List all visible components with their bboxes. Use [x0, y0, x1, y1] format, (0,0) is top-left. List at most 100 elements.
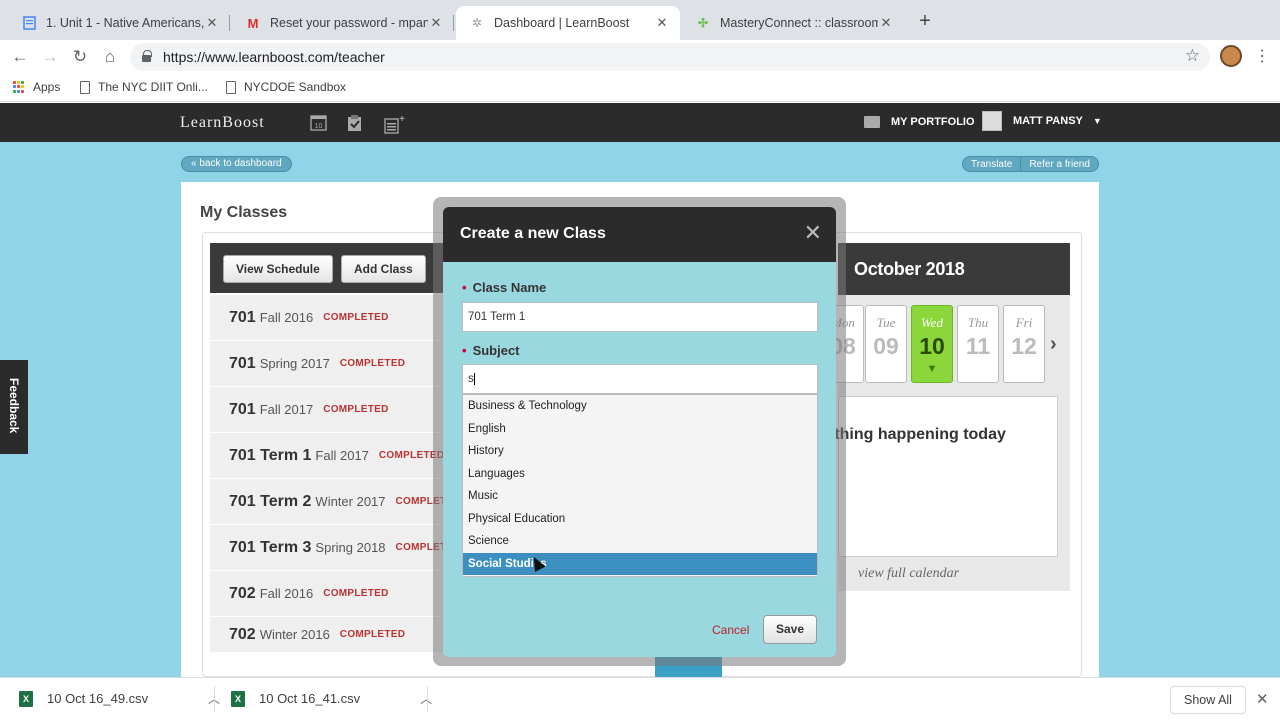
bookmark-apps[interactable]: Apps: [13, 80, 60, 94]
subject-option[interactable]: Languages: [463, 463, 817, 486]
subject-option[interactable]: Physical Education: [463, 508, 817, 531]
calendar-day[interactable]: Tue 09: [865, 305, 907, 383]
add-class-button[interactable]: Add Class: [341, 255, 426, 283]
close-icon[interactable]: ✕: [1256, 690, 1269, 708]
bookmarks-bar: Apps The NYC DIIT Onli... NYCDOE Sandbox: [0, 74, 1280, 102]
close-icon[interactable]: ✕: [204, 15, 220, 31]
class-status: COMPLETED: [323, 312, 389, 323]
back-arrow-icon[interactable]: ←: [9, 46, 31, 68]
feedback-label: Feedback: [7, 378, 21, 434]
downloads-bar: X 10 Oct 16_49.csv ︿ X 10 Oct 16_41.csv …: [0, 677, 1280, 720]
class-name: 702: [229, 584, 256, 602]
browser-tab[interactable]: ✣ MasteryConnect :: classrooms ✕: [682, 6, 904, 40]
class-row[interactable]: 701 Term 2Winter 2017COMPLETED: [210, 479, 450, 525]
doc-icon: [22, 16, 36, 30]
my-portfolio-link[interactable]: MY PORTFOLIO: [864, 116, 975, 128]
gmail-icon: M: [247, 15, 259, 31]
subject-option[interactable]: Business & Technology: [463, 395, 817, 418]
browser-tab[interactable]: 1. Unit 1 - Native Americans, Ea ✕: [8, 6, 230, 40]
new-gradebook-icon[interactable]: +: [384, 114, 405, 134]
close-icon[interactable]: ✕: [878, 15, 894, 31]
calendar-day[interactable]: Thu 11: [957, 305, 999, 383]
bookmark-nycdoe-sandbox[interactable]: NYCDOE Sandbox: [226, 80, 346, 94]
save-button[interactable]: Save: [763, 615, 817, 644]
profile-avatar-icon[interactable]: [1220, 45, 1242, 67]
cancel-link[interactable]: Cancel: [712, 623, 749, 637]
svg-text:10: 10: [314, 123, 322, 130]
create-class-modal: Create a new Class ✕ • Class Name 701 Ter…: [443, 207, 836, 657]
class-status: COMPLETED: [339, 358, 406, 369]
close-icon[interactable]: ✕: [804, 221, 822, 245]
browser-toolbar: ← → ↻ ⌂ https://www.learnboost.com/teach…: [0, 40, 1280, 74]
show-all-button[interactable]: Show All: [1170, 686, 1246, 714]
day-name: Fri: [1015, 315, 1033, 330]
calendar-day[interactable]: Fri 12: [1003, 305, 1045, 383]
browser-tab[interactable]: M Reset your password - mpansy ✕: [232, 6, 454, 40]
class-status: COMPLETED: [323, 404, 389, 415]
feedback-tab[interactable]: Feedback: [0, 360, 28, 454]
refer-friend-link[interactable]: Refer a friend: [1020, 157, 1098, 171]
url-text: https://www.learnboost.com/teacher: [163, 49, 385, 65]
text-caret: [473, 372, 475, 385]
translate-link[interactable]: Translate: [963, 157, 1020, 171]
subject-option[interactable]: Science: [463, 530, 817, 553]
subject-label-text: Subject: [472, 343, 520, 358]
close-icon[interactable]: ✕: [654, 15, 670, 31]
class-row[interactable]: 701 Term 3Spring 2018COMPLETED: [210, 525, 450, 571]
download-item[interactable]: X 10 Oct 16_41.csv ︿: [231, 690, 432, 707]
class-row[interactable]: 701 Fall 2016 COMPLETED: [210, 295, 450, 341]
class-name: 701: [229, 400, 256, 418]
clipboard-check-icon[interactable]: [345, 114, 363, 132]
calendar-message-box: Nothing happening today: [813, 396, 1058, 557]
subject-dropdown: Business & Technology English History La…: [462, 394, 818, 577]
home-icon[interactable]: ⌂: [99, 46, 121, 68]
learnboost-logo[interactable]: LearnBoost: [180, 114, 265, 132]
subject-option[interactable]: Music: [463, 485, 817, 508]
day-number: 11: [965, 333, 991, 359]
view-schedule-button[interactable]: View Schedule: [223, 255, 333, 283]
class-status: COMPLETED: [323, 588, 389, 599]
class-term: Fall 2017: [259, 402, 314, 417]
browser-tab-active[interactable]: ✲ Dashboard | LearnBoost ✕: [456, 6, 680, 40]
class-row[interactable]: 702 Fall 2016 COMPLETED: [210, 571, 450, 617]
forward-arrow-icon[interactable]: →: [39, 46, 61, 68]
menu-dots-icon[interactable]: ⋮: [1254, 46, 1270, 68]
back-to-dashboard-link[interactable]: « back to dashboard: [181, 156, 292, 172]
class-row[interactable]: 701 Term 1 Fall 2017 COMPLETED: [210, 433, 450, 479]
class-name: 701 Term 1: [229, 446, 312, 464]
day-number: 10: [919, 333, 945, 359]
page-icon: [80, 80, 90, 94]
excel-file-icon: X: [231, 690, 245, 707]
class-row[interactable]: 701 Spring 2017 COMPLETED: [210, 341, 450, 387]
required-marker: •: [462, 280, 467, 295]
subject-option[interactable]: English: [463, 418, 817, 441]
close-icon[interactable]: ✕: [428, 15, 444, 31]
class-term: Winter 2017: [315, 494, 386, 509]
excel-file-icon: X: [19, 690, 33, 707]
subject-option[interactable]: History: [463, 440, 817, 463]
class-term: Spring 2018: [315, 540, 386, 555]
chevron-right-icon[interactable]: ›: [1050, 333, 1057, 356]
class-row[interactable]: 702 Winter 2016 COMPLETED: [210, 617, 450, 653]
user-menu[interactable]: MATT PANSY ▼: [982, 111, 1102, 131]
star-icon[interactable]: ☆: [1185, 46, 1200, 66]
class-name-input[interactable]: 701 Term 1: [462, 302, 818, 332]
class-name-label-text: Class Name: [472, 280, 547, 295]
view-full-calendar-link[interactable]: view full calendar: [858, 566, 959, 582]
subject-input[interactable]: s: [462, 364, 818, 394]
user-name: MATT PANSY: [1013, 115, 1083, 127]
triangle-down-icon: ▼: [926, 363, 938, 375]
class-term: Fall 2016: [259, 310, 314, 325]
class-row[interactable]: 701 Fall 2017 COMPLETED: [210, 387, 450, 433]
calendar-icon[interactable]: 10: [309, 114, 327, 132]
new-tab-icon[interactable]: +: [914, 10, 936, 33]
subject-option-selected[interactable]: Social Studies: [463, 552, 817, 575]
calendar-month: October 2018: [854, 258, 965, 279]
address-bar[interactable]: https://www.learnboost.com/teacher ☆: [130, 43, 1210, 71]
page-title: My Classes: [200, 204, 288, 221]
download-item[interactable]: X 10 Oct 16_49.csv ︿: [19, 690, 220, 707]
reload-icon[interactable]: ↻: [69, 46, 91, 68]
calendar-day-today[interactable]: Wed 10 ▼: [911, 305, 953, 383]
bookmark-nyc-diit[interactable]: The NYC DIIT Onli...: [80, 80, 208, 94]
page-icon: [226, 80, 236, 94]
